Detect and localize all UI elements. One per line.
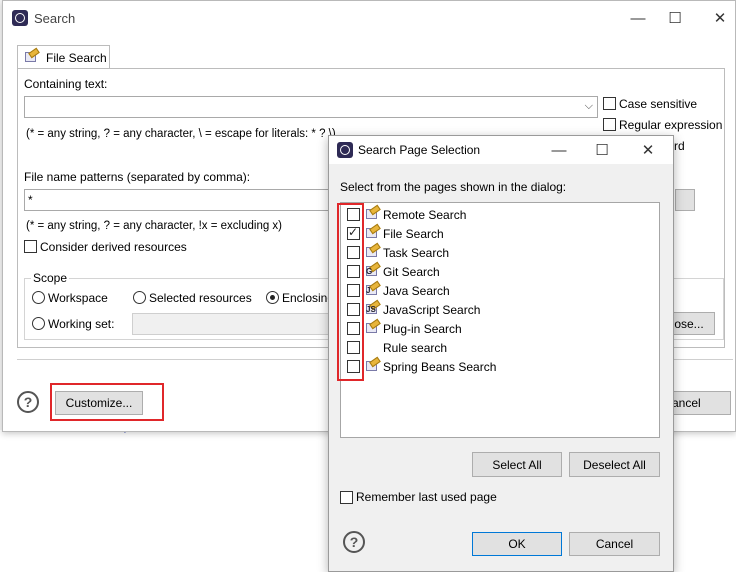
page-label: JavaScript Search: [383, 303, 481, 317]
page-label: Java Search: [383, 284, 450, 298]
maximize-icon: ☐: [595, 142, 609, 159]
cancel-button[interactable]: ancel: [665, 391, 731, 415]
case-sensitive-checkbox[interactable]: [603, 97, 616, 110]
search-pages-list[interactable]: Remote Search File Search Task SearchGGit …: [340, 202, 660, 438]
working-set-radio[interactable]: [32, 317, 45, 330]
choose-button[interactable]: [675, 189, 695, 211]
chevron-down-icon[interactable]: ⌵: [585, 100, 593, 113]
dialog-maximize-button[interactable]: ☐: [587, 138, 617, 162]
customize-button[interactable]: Customize...: [55, 391, 143, 415]
file-search-icon: [25, 47, 40, 64]
checkbox-column-highlight: [337, 203, 364, 381]
working-set-input[interactable]: [132, 313, 332, 335]
list-item[interactable]: G Git Search: [341, 261, 659, 281]
file-name-patterns-input[interactable]: *: [24, 189, 332, 211]
list-item[interactable]: Spring Beans Search: [341, 356, 659, 376]
file-name-hint: (* = any string, ? = any character, !x =…: [26, 220, 283, 232]
help-icon[interactable]: ?: [17, 391, 39, 413]
scope-title: Scope: [31, 271, 70, 285]
file-name-patterns-value: *: [28, 193, 33, 207]
remote-search-icon: [366, 204, 381, 221]
enclosing-radio[interactable]: [266, 291, 279, 304]
maximize-button[interactable]: ☐: [660, 6, 690, 30]
list-item[interactable]: J Java Search: [341, 280, 659, 300]
derived-resources-label: Consider derived resources: [40, 240, 187, 254]
eclipse-icon: [337, 142, 353, 158]
dialog-minimize-button[interactable]: —: [544, 138, 574, 162]
page-label: Rule search: [383, 341, 448, 355]
list-item[interactable]: Plug-in Search: [341, 318, 659, 338]
minimize-button[interactable]: —: [623, 6, 653, 30]
selected-resources-label: Selected resources: [149, 291, 252, 305]
case-sensitive-label: Case sensitive: [619, 97, 698, 111]
close-icon: ✕: [713, 10, 727, 27]
close-icon: ✕: [641, 142, 655, 159]
search-page-selection-dialog: Search Page Selection — ☐ ✕ Select from …: [328, 135, 674, 572]
remember-last-page-label: Remember last used page: [356, 490, 497, 504]
minimize-icon: —: [551, 141, 567, 159]
selected-resources-radio[interactable]: [133, 291, 146, 304]
spring-beans-search-icon: [366, 356, 381, 373]
select-all-button[interactable]: Select All: [472, 452, 562, 477]
dialog-instruction: Select from the pages shown in the dialo…: [340, 180, 567, 194]
java-search-icon: J: [366, 280, 381, 297]
tab-file-search-label: File Search: [46, 51, 107, 65]
working-set-label: Working set:: [48, 317, 115, 331]
containing-text-input[interactable]: ⌵: [24, 96, 598, 118]
dialog-cancel-button[interactable]: Cancel: [569, 532, 660, 556]
maximize-icon: ☐: [668, 10, 682, 27]
search-window-title: Search: [34, 11, 76, 26]
close-button[interactable]: ✕: [705, 6, 735, 30]
list-item[interactable]: Task Search: [341, 242, 659, 262]
ok-label: OK: [508, 537, 526, 551]
page-label: Git Search: [383, 265, 440, 279]
ok-button[interactable]: OK: [472, 532, 562, 556]
dialog-close-button[interactable]: ✕: [633, 138, 663, 162]
list-item[interactable]: File Search: [341, 223, 659, 243]
page-label: File Search: [383, 227, 444, 241]
page-label: Remote Search: [383, 208, 467, 222]
cancel-label: ancel: [672, 396, 701, 410]
help-icon[interactable]: ?: [343, 531, 365, 553]
workspace-radio[interactable]: [32, 291, 45, 304]
regular-expression-label: Regular expression: [619, 118, 723, 132]
enclosing-label: Enclosing: [282, 291, 335, 305]
plugin-search-icon: [366, 318, 381, 335]
file-search-icon: [366, 223, 381, 240]
page-label: Spring Beans Search: [383, 360, 497, 374]
file-name-patterns-label: File name patterns (separated by comma):: [24, 170, 251, 184]
minimize-icon: —: [630, 9, 646, 27]
list-item[interactable]: JS JavaScript Search: [341, 299, 659, 319]
list-item[interactable]: Rule search: [341, 338, 659, 357]
page-label: Plug-in Search: [383, 322, 462, 336]
derived-resources-checkbox[interactable]: [24, 240, 37, 253]
select-all-label: Select All: [492, 457, 542, 472]
containing-text-hint: (* = any string, ? = any character, \ = …: [26, 128, 336, 140]
deselect-all-label: Deselect All: [583, 457, 646, 472]
dialog-cancel-label: Cancel: [595, 537, 634, 551]
dialog-title: Search Page Selection: [358, 143, 481, 157]
deselect-all-button[interactable]: Deselect All: [569, 452, 660, 477]
containing-text-label: Containing text:: [24, 77, 108, 91]
working-set-choose-label: ose...: [674, 316, 704, 331]
workspace-label: Workspace: [48, 291, 108, 305]
remember-last-page-checkbox[interactable]: [340, 491, 353, 504]
whole-word-label: rd: [674, 139, 685, 153]
dialog-titlebar[interactable]: Search Page Selection — ☐ ✕: [329, 136, 673, 164]
search-window-titlebar[interactable]: Search — ☐ ✕: [3, 1, 735, 35]
task-search-icon: [366, 242, 381, 259]
eclipse-icon: [12, 10, 28, 26]
javascript-search-icon: JS: [366, 299, 381, 316]
regular-expression-checkbox[interactable]: [603, 118, 616, 131]
git-search-icon: G: [366, 261, 381, 278]
customize-label: Customize...: [65, 396, 133, 410]
page-label: Task Search: [383, 246, 450, 260]
list-item[interactable]: Remote Search: [341, 204, 659, 224]
tab-file-search[interactable]: File Search: [17, 45, 110, 69]
